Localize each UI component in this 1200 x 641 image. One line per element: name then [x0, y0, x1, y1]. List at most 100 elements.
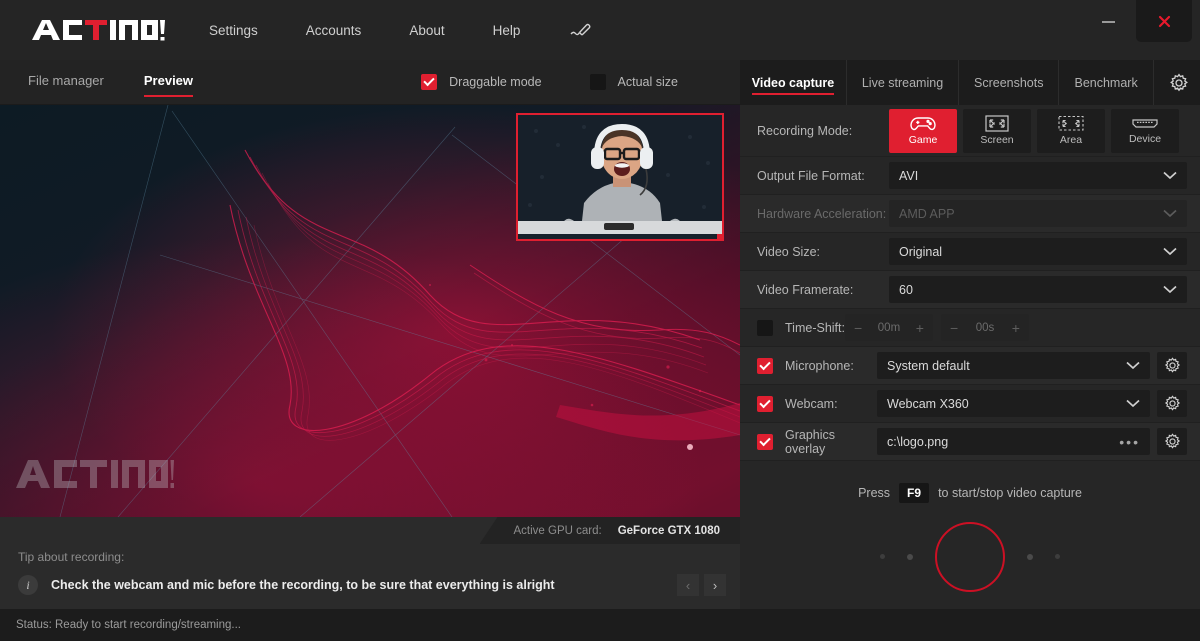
microphone-value: System default: [887, 358, 970, 373]
hotkey-suffix: to start/stop video capture: [938, 486, 1082, 500]
record-controls: [740, 504, 1200, 609]
left-panel: File manager Preview Draggable mode Actu…: [0, 60, 740, 641]
action-recorder-window: Settings Accounts About Help File manage…: [0, 0, 1200, 641]
tip-navigation: ‹ ›: [677, 574, 726, 596]
recording-mode-device-label: Device: [1128, 133, 1162, 145]
fullscreen-icon: [985, 115, 1009, 132]
hardware-acceleration-select: AMD APP: [889, 200, 1187, 227]
record-dot-left-inner: [907, 553, 913, 560]
microphone-label: Microphone:: [785, 358, 854, 373]
nav-item-accounts[interactable]: Accounts: [306, 17, 362, 44]
time-shift-minutes-increment[interactable]: +: [916, 320, 924, 336]
time-shift-seconds-stepper: − 00s +: [940, 314, 1029, 341]
gamepad-icon: [910, 117, 936, 131]
output-format-value: AVI: [899, 168, 919, 183]
actual-size-checkbox-box: [589, 74, 606, 90]
hardware-acceleration-label: Hardware Acceleration:: [757, 206, 887, 221]
tab-benchmark[interactable]: Benchmark: [1059, 60, 1154, 105]
recording-mode-device[interactable]: Device: [1111, 108, 1179, 153]
microphone-select[interactable]: System default: [877, 352, 1150, 379]
status-bar: Status: Ready to start recording/streami…: [0, 609, 740, 641]
record-dot-right-inner: [1027, 553, 1033, 560]
output-format-select[interactable]: AVI: [889, 162, 1187, 189]
chevron-down-icon: [1126, 395, 1140, 413]
actual-size-checkbox[interactable]: Actual size: [589, 74, 678, 90]
webcam-resize-handle[interactable]: [717, 234, 722, 239]
tab-screenshots[interactable]: Screenshots: [959, 60, 1060, 105]
video-size-label: Video Size:: [757, 244, 821, 259]
graphics-overlay-settings-button[interactable]: [1157, 428, 1187, 455]
tip-bar: Active GPU card: GeForce GTX 1080 Tip ab…: [0, 517, 740, 609]
gear-icon: [1164, 357, 1180, 373]
tip-next-button[interactable]: ›: [704, 574, 726, 596]
video-size-select[interactable]: Original: [889, 238, 1187, 265]
draggable-mode-checkbox[interactable]: Draggable mode: [421, 74, 542, 90]
time-shift-checkbox[interactable]: [757, 319, 773, 336]
output-format-label: Output File Format:: [757, 168, 865, 183]
record-dot-left-outer: [880, 554, 885, 559]
area-select-icon: [1058, 115, 1084, 131]
recording-mode-area[interactable]: Area: [1037, 108, 1105, 153]
nav-item-help[interactable]: Help: [493, 17, 521, 44]
video-framerate-select[interactable]: 60: [889, 276, 1187, 303]
hdmi-device-icon: [1132, 119, 1158, 128]
microphone-settings-button[interactable]: [1157, 352, 1187, 379]
tab-active-underline: [752, 93, 834, 95]
tip-prev-button[interactable]: ‹: [677, 574, 699, 596]
time-shift-seconds-increment[interactable]: +: [1012, 320, 1020, 336]
preview-canvas[interactable]: [0, 105, 740, 517]
recording-mode-options: Game Screen Area Device: [889, 108, 1179, 153]
tip-row: i Check the webcam and mic before the re…: [18, 574, 726, 596]
right-panel: Video capture Live streaming Screenshots…: [740, 60, 1200, 641]
tab-file-manager[interactable]: File manager: [28, 73, 104, 92]
tab-live-streaming[interactable]: Live streaming: [847, 60, 959, 105]
minimize-button[interactable]: [1080, 0, 1136, 44]
graphics-overlay-value: c:\logo.png: [887, 434, 949, 449]
draggable-mode-checkbox-box: [421, 74, 438, 90]
nav-item-about[interactable]: About: [409, 17, 444, 44]
video-framerate-row: Video Framerate: 60: [740, 271, 1200, 309]
time-shift-steppers: − 00m + − 00s +: [844, 314, 1029, 341]
tab-preview[interactable]: Preview: [143, 72, 194, 97]
record-button[interactable]: [935, 521, 1005, 592]
gpu-label: Active GPU card:: [513, 524, 602, 537]
tab-preview-label: Preview: [143, 72, 194, 88]
graphics-overlay-checkbox[interactable]: [757, 433, 773, 450]
tab-video-capture-label: Video capture: [751, 75, 835, 90]
app-logo: [30, 17, 165, 43]
tab-video-capture[interactable]: Video capture: [740, 60, 847, 105]
webcam-checkbox[interactable]: [757, 395, 773, 412]
hotkey-prefix: Press: [858, 486, 891, 500]
time-shift-minutes-value: 00m: [877, 321, 901, 334]
recording-mode-label: Recording Mode:: [757, 123, 853, 138]
chevron-down-icon: [1163, 281, 1177, 299]
preview-options: Draggable mode Actual size: [421, 74, 678, 90]
draggable-mode-label: Draggable mode: [449, 75, 542, 89]
nav-item-settings[interactable]: Settings: [209, 17, 258, 44]
time-shift-seconds-value: 00s: [975, 321, 995, 334]
webcam-label: Webcam:: [785, 396, 838, 411]
record-dot-right-outer: [1055, 554, 1060, 559]
graphics-overlay-row: Graphics overlay c:\logo.png •••: [740, 423, 1200, 461]
video-size-row: Video Size: Original: [740, 233, 1200, 271]
chevron-down-icon: [1163, 205, 1177, 223]
tip-text: Check the webcam and mic before the reco…: [51, 578, 555, 592]
recording-mode-screen[interactable]: Screen: [963, 108, 1031, 153]
webcam-settings-button[interactable]: [1157, 390, 1187, 417]
webcam-select[interactable]: Webcam X360: [877, 390, 1150, 417]
preview-toolbar: File manager Preview Draggable mode Actu…: [0, 60, 740, 105]
time-shift-seconds-decrement[interactable]: −: [950, 320, 958, 336]
main-nav: Settings Accounts About Help: [209, 14, 592, 46]
time-shift-row: Time-Shift: − 00m + − 00s +: [740, 309, 1200, 347]
close-button[interactable]: [1136, 0, 1192, 42]
time-shift-minutes-decrement[interactable]: −: [854, 320, 862, 336]
microphone-checkbox[interactable]: [757, 357, 773, 374]
pen-icon[interactable]: [568, 14, 592, 46]
recording-mode-game[interactable]: Game: [889, 108, 957, 153]
graphics-overlay-path-field[interactable]: c:\logo.png •••: [877, 428, 1150, 455]
graphics-overlay-browse-button[interactable]: •••: [1119, 434, 1140, 450]
time-shift-label: Time-Shift:: [785, 320, 845, 335]
settings-gear-button[interactable]: [1154, 60, 1200, 105]
video-framerate-value: 60: [899, 282, 913, 297]
webcam-overlay[interactable]: [516, 113, 724, 241]
